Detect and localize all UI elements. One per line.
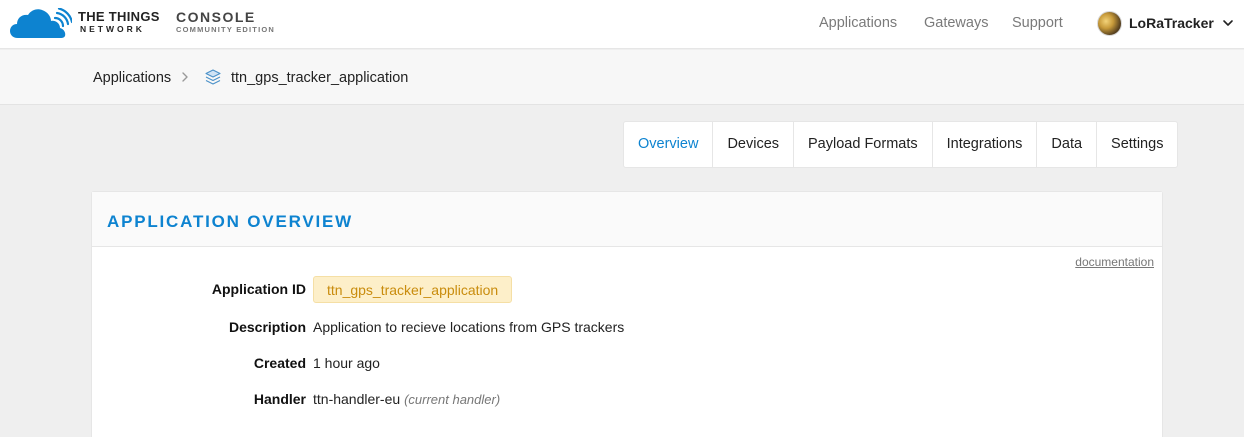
application-tabs: Overview Devices Payload Formats Integra…: [623, 121, 1179, 168]
user-menu[interactable]: LoRaTracker: [1097, 9, 1234, 37]
top-navbar: THE THINGS NETWORK CONSOLE COMMUNITY EDI…: [0, 0, 1244, 49]
stack-layers-icon: [205, 69, 221, 85]
nav-applications-link[interactable]: Applications: [819, 15, 897, 31]
created-label: Created: [253, 355, 306, 371]
handler-value: ttn-handler-eu: [313, 391, 401, 407]
tab-integrations[interactable]: Integrations: [933, 122, 1038, 167]
description-row: Description Application to recieve locat…: [92, 314, 1164, 340]
breadcrumb-applications-link[interactable]: Applications: [93, 70, 171, 86]
avatar: [1097, 10, 1122, 36]
ttn-wordmark: THE THINGS NETWORK: [78, 9, 174, 35]
created-row: Created 1 hour ago: [92, 350, 1164, 376]
tab-overview[interactable]: Overview: [624, 122, 714, 167]
ttn-logo[interactable]: THE THINGS NETWORK CONSOLE COMMUNITY EDI…: [10, 6, 274, 42]
application-overview-card: APPLICATION OVERVIEW documentation Appli…: [91, 191, 1163, 437]
console-edition: COMMUNITY EDITION: [176, 25, 276, 34]
console-title: CONSOLE: [176, 9, 256, 25]
tab-payload-formats[interactable]: Payload Formats: [794, 122, 933, 167]
chevron-right-icon: [182, 72, 188, 82]
application-id-value[interactable]: ttn_gps_tracker_application: [313, 276, 513, 303]
card-header: APPLICATION OVERVIEW: [92, 192, 1162, 247]
breadcrumb: Applications ttn_gps_tracker_application: [0, 50, 1244, 105]
description-value: Application to recieve locations from GP…: [313, 319, 625, 335]
created-value: 1 hour ago: [313, 355, 380, 371]
ttn-cloud-icon: [10, 8, 72, 38]
tab-devices[interactable]: Devices: [713, 122, 795, 167]
handler-value-group: ttn-handler-eu (current handler): [313, 391, 500, 407]
description-label: Description: [228, 319, 306, 335]
application-id-row: Application ID ttn_gps_tracker_applicati…: [92, 276, 1164, 303]
application-id-label: Application ID: [211, 281, 306, 297]
breadcrumb-current: ttn_gps_tracker_application: [231, 70, 409, 86]
console-wordmark: CONSOLE COMMUNITY EDITION: [176, 10, 316, 35]
card-title: APPLICATION OVERVIEW: [107, 212, 354, 231]
username: LoRaTracker: [1129, 15, 1214, 31]
chevron-down-icon: [1223, 20, 1233, 26]
nav-support-link[interactable]: Support: [1012, 15, 1063, 31]
handler-label: Handler: [253, 391, 306, 407]
tab-settings[interactable]: Settings: [1097, 122, 1177, 167]
nav-gateways-link[interactable]: Gateways: [924, 15, 988, 31]
handler-note: (current handler): [404, 392, 501, 407]
documentation-link[interactable]: documentation: [1075, 255, 1154, 269]
ttn-wordmark-line1: THE THINGS: [78, 9, 160, 24]
handler-row: Handler ttn-handler-eu (current handler): [92, 386, 1164, 412]
tab-data[interactable]: Data: [1037, 122, 1098, 167]
ttn-wordmark-line2: NETWORK: [80, 24, 145, 34]
